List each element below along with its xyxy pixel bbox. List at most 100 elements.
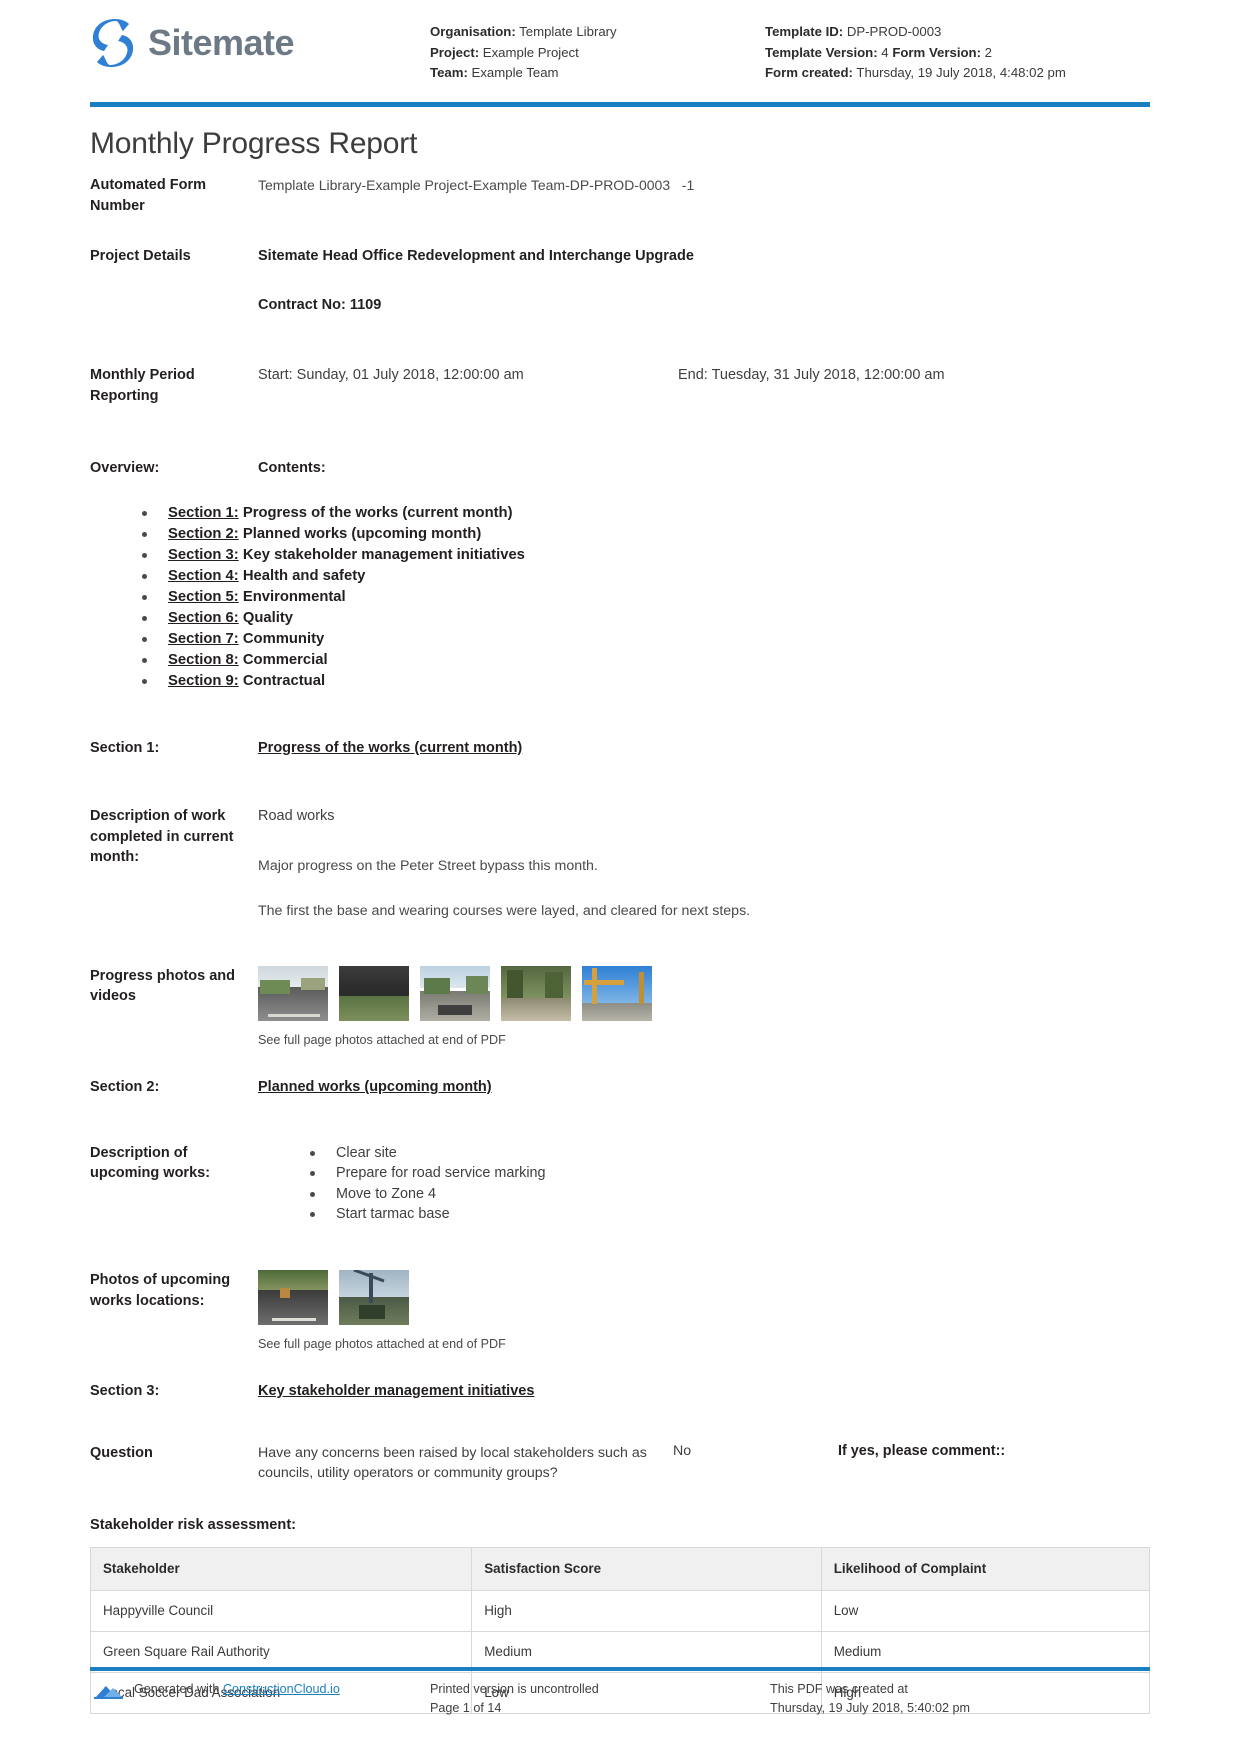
section3-heading: Key stakeholder management initiatives (258, 1382, 535, 1399)
page-title: Monthly Progress Report (90, 127, 418, 160)
brand: Sitemate (90, 18, 430, 68)
contents-item-number: Section 7: (168, 631, 239, 648)
photo-thumbnail[interactable] (582, 965, 652, 1021)
section1-description-row: Description of work completed in current… (90, 806, 1150, 921)
photo-thumbnail[interactable] (420, 965, 490, 1021)
contents-item-number: Section 6: (168, 609, 239, 626)
document-page: Sitemate Organisation: Template Library … (0, 0, 1240, 1754)
contents-item-title: Quality (242, 609, 293, 626)
contents-item-title: Environmental (242, 588, 346, 605)
footer-page-number: Page 1 of 14 (430, 1701, 502, 1715)
contents-item-number: Section 8: (168, 652, 239, 669)
list-item: Start tarmac base (310, 1204, 1150, 1224)
section3-question-row: Question Have any concerns been raised b… (90, 1443, 1150, 1483)
section3-heading-row: Section 3: Key stakeholder management in… (90, 1381, 1150, 1402)
contents-item-number: Section 3: (168, 546, 239, 563)
contract-no-row: Contract No: 1109 (90, 295, 1150, 316)
section2-description-label: Description of upcoming works: (90, 1144, 211, 1182)
section1-photos-label: Progress photos and videos (90, 967, 236, 1005)
section2-heading-row: Section 2: Planned works (upcoming month… (90, 1077, 1150, 1098)
header-team: Team: Example Team (430, 63, 765, 84)
progress-photo-strip (258, 965, 1150, 1021)
list-item[interactable]: Section 8: Commercial (142, 650, 1150, 671)
header-template-id-value: DP-PROD-0003 (846, 24, 942, 39)
list-item[interactable]: Section 9: Contractual (142, 671, 1150, 692)
monthly-period-values: Start: Sunday, 01 July 2018, 12:00:00 am… (258, 365, 1150, 386)
brand-name: Sitemate (148, 22, 295, 63)
section1-photos-caption: See full page photos attached at end of … (258, 1032, 506, 1047)
section2-photos-label: Photos of upcoming works locations: (90, 1272, 231, 1309)
header-form-version-value: 2 (984, 44, 992, 60)
section1-description-body: Road works Major progress on the Peter S… (258, 806, 1150, 921)
section2-photos-row: Photos of upcoming works locations: See (90, 1270, 1150, 1355)
section2-description-row: Description of upcoming works: Clear sit… (90, 1143, 1150, 1225)
photo-thumbnail[interactable] (339, 1270, 409, 1326)
section1-paragraph-2: The first the base and wearing courses w… (258, 902, 751, 919)
if-yes-comment-label: If yes, please comment:: (838, 1443, 1006, 1460)
section1-description-heading: Road works (258, 808, 335, 825)
header-team-value: Example Team (471, 65, 559, 81)
question-answer: No (673, 1443, 692, 1460)
table-header-row: Stakeholder Satisfaction Score Likelihoo… (89, 1547, 1151, 1592)
header-template-version-value: 4 (881, 44, 889, 60)
photo-thumbnail[interactable] (339, 965, 409, 1021)
header-organisation-value: Template Library (519, 24, 617, 39)
contents-item-number: Section 9: (168, 673, 239, 690)
footer-generated: Generated with ConstructionCloud.io (90, 1680, 430, 1718)
header-divider (90, 102, 1150, 107)
photo-thumbnail[interactable] (258, 965, 328, 1021)
header-form-version-label: Form Version: (892, 44, 981, 60)
section2-photos-body: See full page photos attached at end of … (258, 1270, 1150, 1355)
section2-description-body: Clear site Prepare for road service mark… (258, 1143, 1150, 1225)
upcoming-photo-strip (258, 1270, 1150, 1326)
period-start: Start: Sunday, 01 July 2018, 12:00:00 am (258, 367, 524, 383)
list-item: Prepare for road service marking (310, 1163, 1150, 1183)
list-item[interactable]: Section 5: Environmental (142, 587, 1150, 608)
section1-paragraph-1: Major progress on the Peter Street bypas… (258, 857, 598, 874)
section1-heading-row: Section 1: Progress of the works (curren… (90, 738, 1150, 759)
sitemate-logo-icon (90, 18, 136, 68)
photo-thumbnail[interactable] (501, 965, 571, 1021)
footer-created-label: This PDF was created at (770, 1682, 908, 1696)
header-form-created: Form created: Thursday, 19 July 2018, 4:… (765, 63, 1150, 84)
header-meta-left: Organisation: Template Library Project: … (430, 18, 765, 84)
overview-label: Overview: (90, 460, 160, 476)
list-item[interactable]: Section 4: Health and safety (142, 566, 1150, 587)
footer-generated-prefix: Generated with (134, 1682, 223, 1696)
constructioncloud-icon (90, 1681, 126, 1701)
section1-photos-row: Progress photos and videos See full page… (90, 965, 1150, 1051)
header-organisation: Organisation: Template Library (430, 22, 765, 43)
footer-created-value: Thursday, 19 July 2018, 5:40:02 pm (770, 1701, 970, 1715)
header-template-version-label: Template Version: (765, 44, 878, 60)
contents-item-title: Progress of the works (current month) (242, 504, 513, 521)
header-form-created-value: Thursday, 19 July 2018, 4:48:02 pm (856, 65, 1066, 81)
footer-created-info: This PDF was created at Thursday, 19 Jul… (770, 1680, 1150, 1718)
contents-item-title: Planned works (upcoming month) (242, 525, 482, 542)
list-item[interactable]: Section 7: Community (142, 629, 1150, 650)
upcoming-works-list: Clear site Prepare for road service mark… (258, 1143, 1150, 1225)
list-item[interactable]: Section 6: Quality (142, 608, 1150, 629)
question-label: Question (90, 1445, 153, 1462)
list-item[interactable]: Section 2: Planned works (upcoming month… (142, 524, 1150, 545)
document-header: Sitemate Organisation: Template Library … (90, 0, 1150, 96)
section3-label: Section 3: (90, 1382, 160, 1399)
section1-label: Section 1: (90, 739, 160, 756)
header-template-id-label: Template ID: (765, 24, 844, 39)
list-item[interactable]: Section 3: Key stakeholder management in… (142, 545, 1150, 566)
contents-item-title: Commercial (242, 652, 328, 669)
header-organisation-label: Organisation: (430, 24, 516, 39)
photo-thumbnail[interactable] (258, 1270, 328, 1326)
footer-uncontrolled-note: Printed version is uncontrolled (430, 1682, 599, 1696)
list-item[interactable]: Section 1: Progress of the works (curren… (142, 503, 1150, 524)
cell-satisfaction: High (471, 1590, 822, 1633)
cell-stakeholder: Happyville Council (89, 1590, 473, 1633)
list-item: Clear site (310, 1143, 1150, 1163)
header-project: Project: Example Project (430, 43, 765, 64)
contents-list: Section 1: Progress of the works (curren… (90, 503, 1150, 692)
constructioncloud-link[interactable]: ConstructionCloud.io (223, 1682, 340, 1696)
cell-likelihood: Low (820, 1590, 1151, 1633)
automated-form-number-suffix: -1 (681, 177, 695, 193)
question-text: Have any concerns been raised by local s… (258, 1445, 647, 1482)
contents-item-title: Community (242, 631, 325, 648)
header-project-label: Project: (430, 44, 480, 60)
